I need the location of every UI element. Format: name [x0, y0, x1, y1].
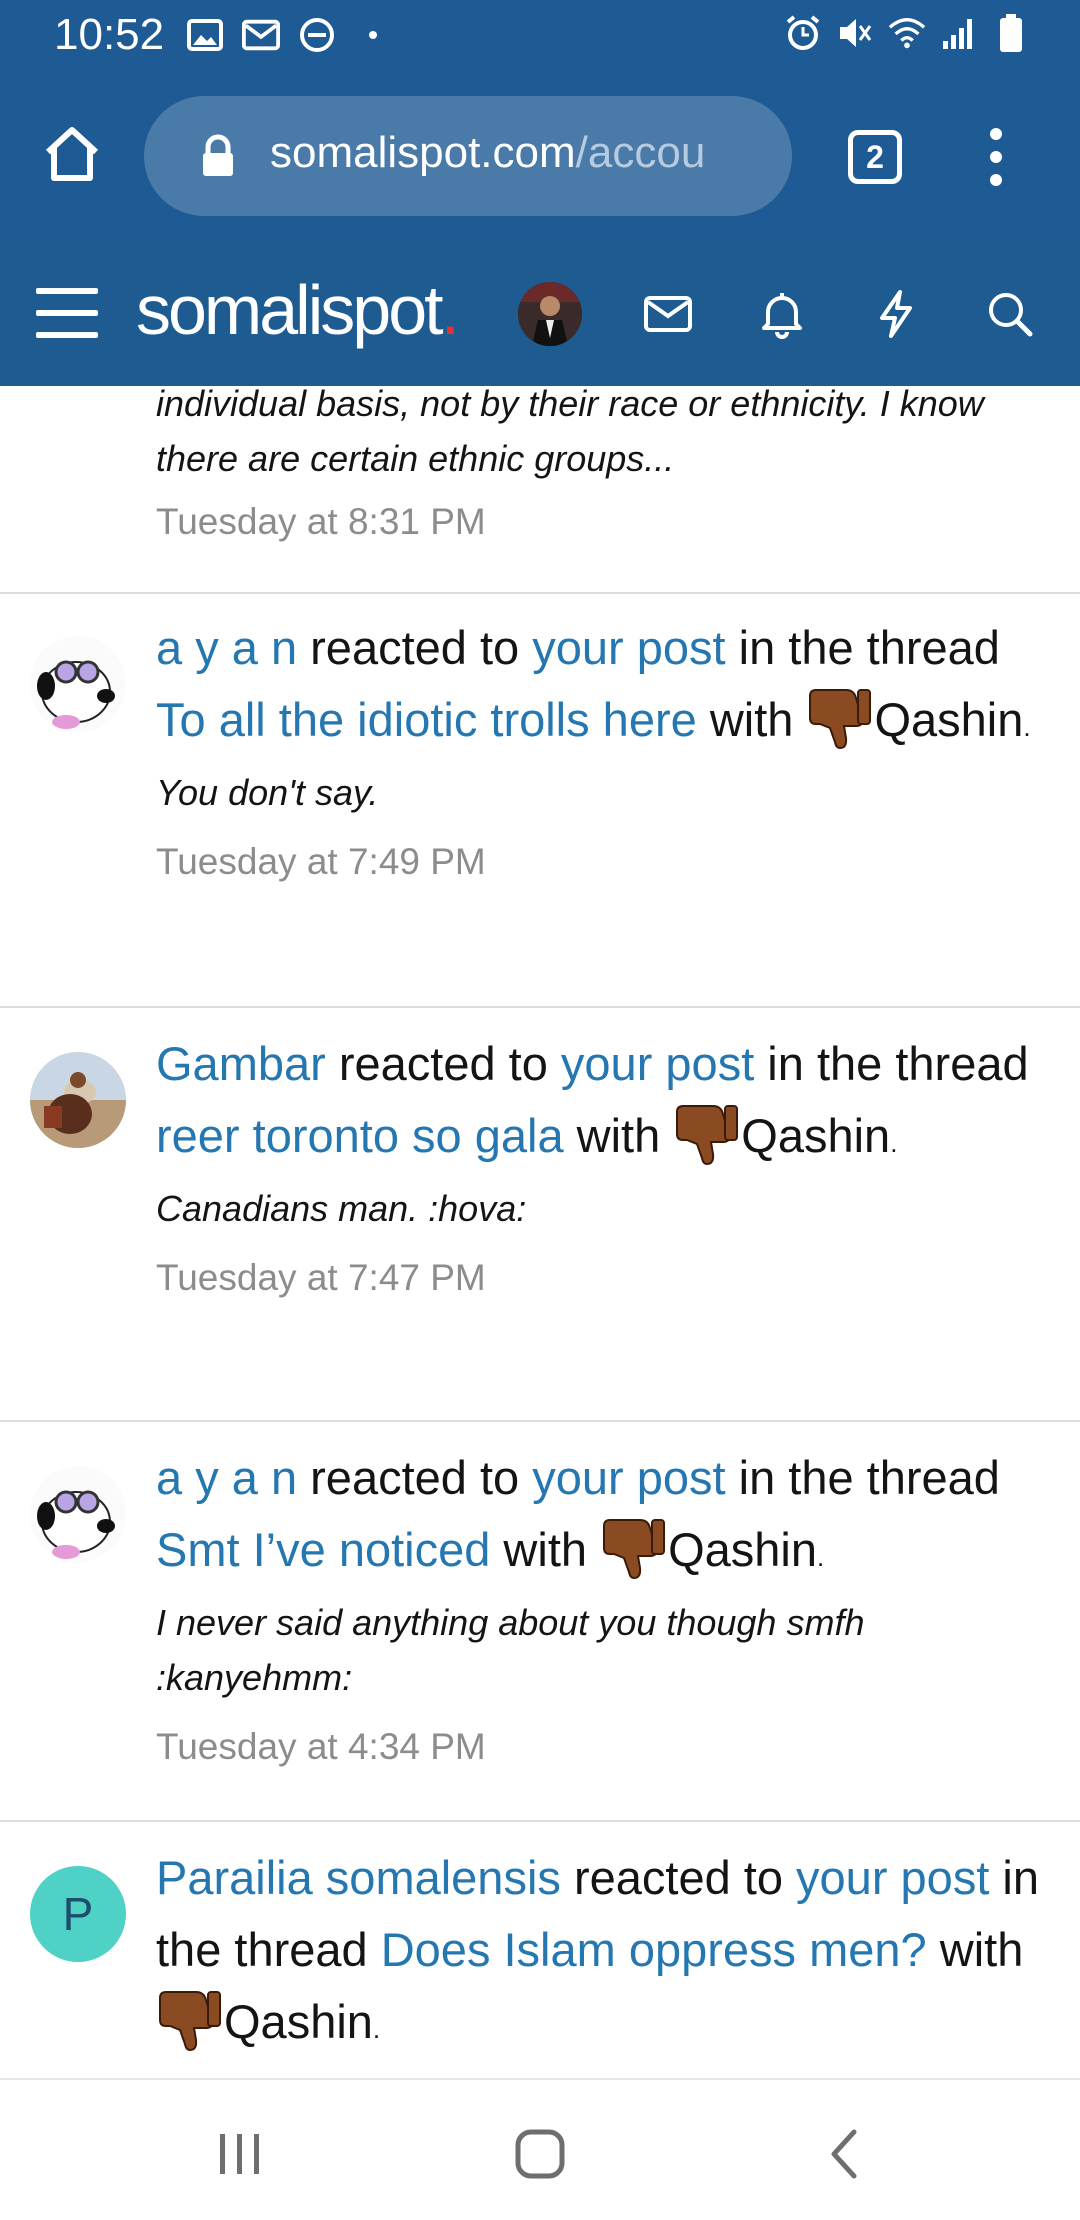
mail-icon	[242, 16, 280, 54]
logo-dot: .	[440, 271, 461, 349]
url-domain: somalispot.com	[270, 128, 576, 177]
reaction-label: Qashin	[224, 1995, 373, 2048]
gallery-icon	[186, 16, 224, 54]
thumbs-down-icon	[156, 1986, 224, 2054]
url-text: somalispot.com/accou	[270, 128, 770, 178]
thumbs-down-icon	[673, 1100, 741, 1168]
alert-snippet: individual basis, not by their race or e…	[156, 386, 984, 479]
alert-text: a y a n reacted to your post in the thre…	[156, 1442, 1046, 1593]
thread-link[interactable]: Smt I’ve noticed	[156, 1523, 490, 1576]
bell-icon[interactable]	[754, 286, 810, 342]
alert-timestamp: Tuesday at 8:31 PM	[156, 501, 486, 542]
alerts-feed: individual basis, not by their race or e…	[0, 386, 1080, 2078]
dot-icon	[354, 16, 392, 54]
alert-timestamp: Tuesday at 7:49 PM	[156, 841, 486, 882]
post-link[interactable]: your post	[532, 621, 725, 674]
alert-snippet: You don't say.	[156, 772, 379, 813]
status-bar: 10:52	[0, 0, 1080, 72]
reaction-label: Qashin	[741, 1109, 891, 1162]
alarm-icon	[784, 14, 822, 52]
wifi-icon	[888, 14, 926, 52]
alert-in-thread: in the thread	[725, 621, 1000, 674]
menu-icon[interactable]	[34, 284, 100, 342]
lock-icon	[194, 132, 242, 180]
post-link[interactable]: your post	[561, 1037, 754, 1090]
back-icon[interactable]	[812, 2122, 876, 2186]
thumbs-down-icon	[600, 1514, 668, 1582]
reaction-dot: .	[1023, 712, 1031, 742]
thread-link[interactable]: reer toronto so gala	[156, 1109, 564, 1162]
mute-icon	[836, 14, 874, 52]
address-bar[interactable]: somalispot.com/accou	[144, 96, 792, 216]
avatar[interactable]	[518, 282, 582, 346]
site-header: somalispot.	[0, 240, 1080, 386]
alert-snippet: Canadians man. :hova:	[156, 1188, 527, 1229]
url-path: /accou	[575, 128, 706, 177]
reaction: Qashin.	[600, 1519, 825, 1580]
bolt-icon[interactable]	[868, 286, 924, 342]
home-icon[interactable]	[508, 2122, 572, 2186]
reaction-label: Qashin	[874, 693, 1024, 746]
user-link[interactable]: Gambar	[156, 1037, 326, 1090]
thread-link[interactable]: Does Islam oppress men?	[381, 1923, 927, 1976]
alert-verb: reacted to	[325, 1037, 561, 1090]
alert-text: Parailia somalensis reacted to your post…	[156, 1842, 1046, 2065]
list-item[interactable]: a y a n reacted to your post in the thre…	[0, 594, 1080, 1008]
alert-with: with	[490, 1523, 601, 1576]
alert-with: with	[563, 1109, 674, 1162]
browser-toolbar: somalispot.com/accou 2	[0, 72, 1080, 240]
recents-icon[interactable]	[208, 2122, 272, 2186]
list-item[interactable]: a y a n reacted to your post in the thre…	[0, 1424, 1080, 1822]
post-link[interactable]: your post	[796, 1851, 989, 1904]
reaction-dot: .	[372, 2014, 381, 2044]
reaction-label: Qashin	[668, 1523, 817, 1576]
inbox-icon[interactable]	[640, 286, 696, 342]
avatar[interactable]	[30, 1052, 126, 1148]
browser-home-icon[interactable]	[40, 122, 104, 186]
alert-with: with	[926, 1923, 1024, 1976]
signal-icon	[940, 14, 978, 52]
battery-icon	[992, 14, 1030, 52]
avatar[interactable]	[30, 1466, 126, 1562]
reaction: Qashin.	[806, 689, 1031, 750]
reaction-dot: .	[890, 1128, 898, 1158]
alert-text: a y a n reacted to your post in the thre…	[156, 612, 1046, 763]
reaction-dot: .	[817, 1542, 825, 1572]
alert-with: with	[696, 693, 807, 746]
alert-in-thread: in the thread	[725, 1451, 1000, 1504]
list-item[interactable]: individual basis, not by their race or e…	[0, 386, 1080, 594]
post-link[interactable]: your post	[532, 1451, 725, 1504]
overflow-menu-icon[interactable]	[972, 122, 1020, 192]
alert-timestamp: Tuesday at 7:47 PM	[156, 1257, 486, 1298]
avatar[interactable]	[30, 636, 126, 732]
alert-text: Gambar reacted to your post in the threa…	[156, 1028, 1046, 1179]
alert-snippet: I never said anything about you though s…	[156, 1602, 865, 1698]
reaction: Qashin.	[673, 1105, 898, 1166]
alert-verb: reacted to	[297, 621, 533, 674]
reaction: Qashin.	[156, 1991, 381, 2052]
status-time: 10:52	[54, 10, 165, 59]
dnd-icon	[298, 16, 336, 54]
thread-link[interactable]: To all the idiotic trolls here	[156, 693, 697, 746]
site-logo[interactable]: somalispot.	[136, 270, 461, 350]
user-link[interactable]: a y a n	[156, 1451, 297, 1504]
system-nav-bar	[0, 2078, 1080, 2220]
user-link[interactable]: Parailia somalensis	[156, 1851, 561, 1904]
list-item[interactable]: P Parailia somalensis reacted to your po…	[0, 1824, 1080, 2078]
avatar[interactable]: P	[30, 1866, 126, 1962]
alert-verb: reacted to	[560, 1851, 797, 1904]
alert-timestamp: Tuesday at 4:34 PM	[156, 1726, 486, 1767]
list-item[interactable]: Gambar reacted to your post in the threa…	[0, 1010, 1080, 1422]
logo-text: somalispot	[136, 271, 444, 349]
search-icon[interactable]	[982, 286, 1038, 342]
user-link[interactable]: a y a n	[156, 621, 297, 674]
thumbs-down-icon	[806, 684, 874, 752]
alert-in-thread: in the thread	[754, 1037, 1029, 1090]
tab-switcher-button[interactable]: 2	[848, 130, 902, 184]
alert-verb: reacted to	[297, 1451, 533, 1504]
